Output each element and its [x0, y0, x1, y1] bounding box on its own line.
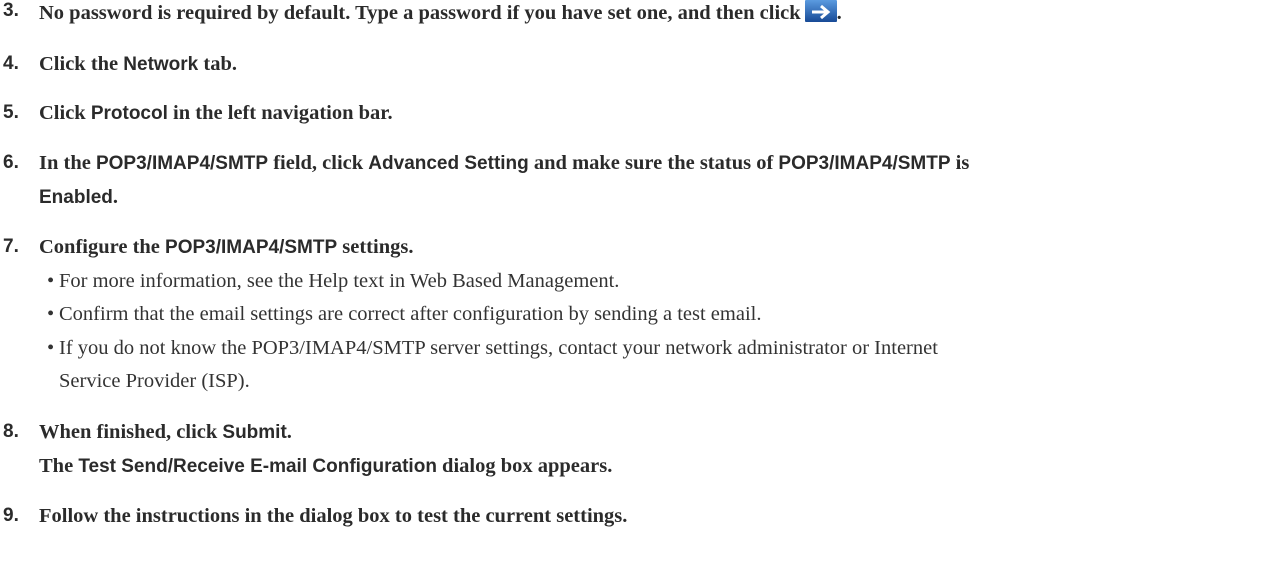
bullet-text: Confirm that the email settings are corr…	[59, 303, 762, 325]
bullet-icon: •	[47, 337, 55, 359]
keyword-pop3-imap4-smtp: POP3/IMAP4/SMTP	[778, 153, 951, 174]
keyword-enabled: Enabled	[39, 187, 113, 208]
keyword-pop3-imap4-smtp: POP3/IMAP4/SMTP	[165, 237, 338, 258]
bullet-icon: •	[47, 270, 55, 292]
bullet-item-continued: Service Provider (ISP).	[59, 370, 250, 393]
step-number: 7.	[3, 236, 19, 257]
bullet-item: • If you do not know the POP3/IMAP4/SMTP …	[47, 337, 938, 360]
step-text: settings.	[337, 236, 414, 258]
step-text: in the left navigation bar.	[167, 102, 393, 124]
step-number: 3.	[3, 0, 19, 21]
step-text: Click the	[39, 53, 124, 75]
step-text: In the	[39, 152, 96, 174]
instruction-page: 3. No password is required by default. T…	[0, 0, 1266, 563]
step-number: 6.	[3, 152, 19, 173]
step-text: No password is required by default. Type…	[39, 2, 801, 24]
step-number: 4.	[3, 53, 19, 74]
step-text: Configure the	[39, 236, 166, 258]
step-text: .	[286, 421, 292, 443]
step-text: tab.	[198, 53, 237, 75]
step-text: .	[112, 186, 119, 208]
step-text: and make sure the status of	[528, 152, 779, 174]
step-text: When finished, click	[39, 421, 223, 443]
keyword-pop3-imap4-smtp: POP3/IMAP4/SMTP	[95, 153, 269, 174]
step-text: The	[39, 455, 79, 477]
bullet-text: If you do not know the POP3/IMAP4/SMTP s…	[59, 337, 938, 359]
bullet-icon: •	[47, 303, 55, 325]
step-number: 9.	[3, 505, 19, 526]
bullet-text: For more information, see the Help text …	[59, 270, 620, 292]
keyword-test-send-receive: Test Send/Receive E-mail Configuration	[78, 456, 437, 477]
bullet-text: Service Provider (ISP).	[59, 370, 250, 392]
keyword-advanced-setting: Advanced Setting	[368, 153, 529, 174]
bullet-item: • For more information, see the Help text…	[47, 270, 619, 293]
step-text: Click	[39, 102, 91, 124]
step-text: Follow the instructions in the dialog bo…	[39, 505, 628, 527]
step-text: dialog box appears.	[436, 455, 613, 477]
step-text: is	[950, 152, 970, 174]
keyword-protocol: Protocol	[90, 103, 168, 124]
keyword-submit: Submit	[222, 422, 287, 443]
bullet-item: • Confirm that the email settings are cor…	[47, 303, 761, 326]
step-period: .	[836, 2, 842, 24]
keyword-network: Network	[123, 54, 199, 75]
arrow-right-icon	[804, 0, 837, 22]
step-number: 5.	[3, 102, 19, 123]
step-number: 8.	[3, 421, 19, 442]
step-text: field, click	[268, 152, 369, 174]
